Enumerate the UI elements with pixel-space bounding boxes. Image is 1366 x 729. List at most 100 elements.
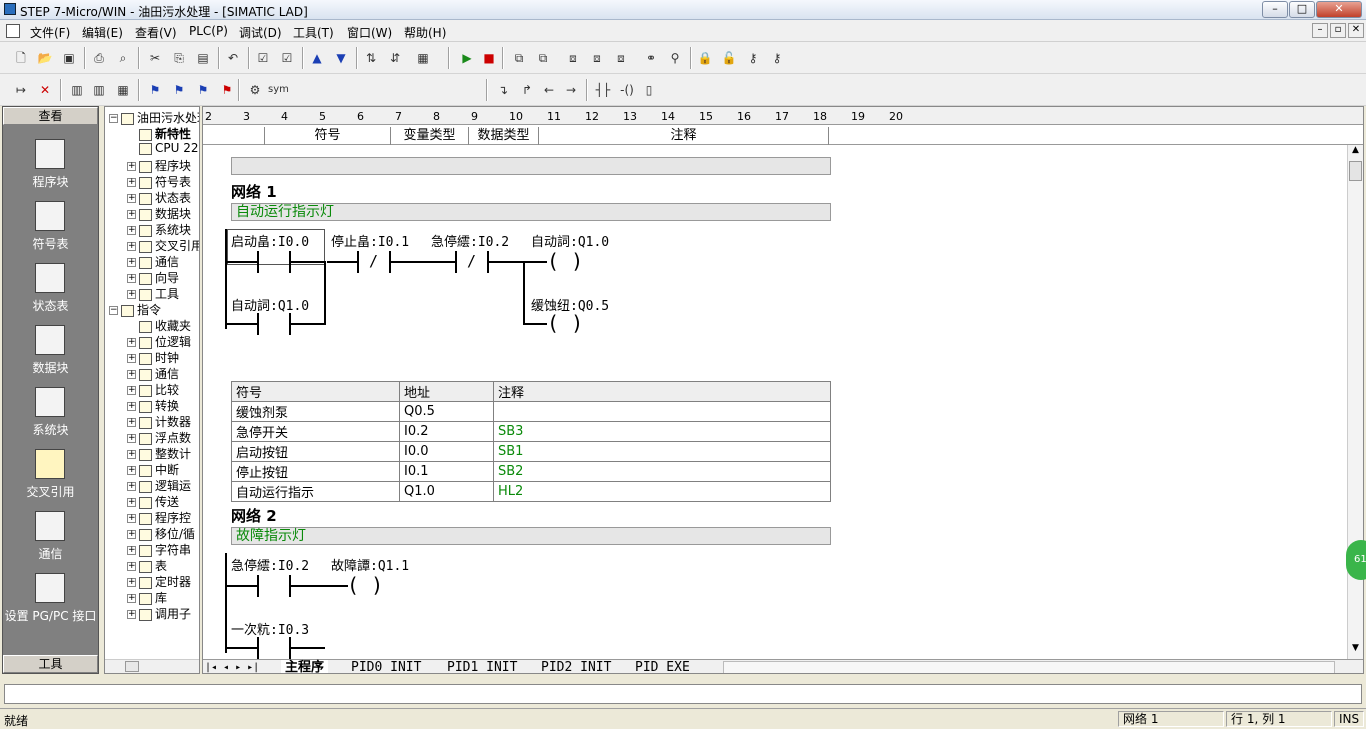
n1-contact-start-label[interactable]: 启动畠:I0.0: [231, 231, 309, 250]
expand-icon[interactable]: +: [127, 386, 136, 395]
menu-debug[interactable]: 调试(D): [239, 24, 282, 41]
expand-icon[interactable]: +: [127, 578, 136, 587]
mdi-minimize-button[interactable]: –: [1312, 23, 1328, 38]
expand-icon[interactable]: +: [127, 370, 136, 379]
contact-icon[interactable]: ┤├: [594, 81, 612, 99]
tree-item[interactable]: − 油田污水处理: [109, 109, 199, 125]
expand-icon[interactable]: +: [127, 562, 136, 571]
menu-view[interactable]: 查看(V): [135, 24, 177, 41]
read-forced-icon[interactable]: ⚷: [744, 49, 762, 67]
line-right-icon[interactable]: →: [562, 81, 580, 99]
expand-icon[interactable]: +: [127, 338, 136, 347]
menu-help[interactable]: 帮助(H): [404, 24, 446, 41]
collapse-icon[interactable]: −: [109, 114, 118, 123]
menu-file[interactable]: 文件(F): [30, 24, 70, 41]
toggle-poi-icon[interactable]: ▥: [68, 81, 86, 99]
line-up-icon[interactable]: ↱: [518, 81, 536, 99]
nav-header[interactable]: 查看: [3, 107, 98, 125]
nav-program-block[interactable]: 程序块: [3, 137, 98, 197]
expand-icon[interactable]: +: [127, 274, 136, 283]
expand-icon[interactable]: +: [127, 354, 136, 363]
write-all-icon[interactable]: ⧈: [612, 49, 630, 67]
sort-desc-icon[interactable]: ⇵: [386, 49, 404, 67]
n2-contact-estop-label[interactable]: 急停繧:I0.2: [231, 555, 309, 574]
single-read-icon[interactable]: ⧈: [588, 49, 606, 67]
menu-window[interactable]: 窗口(W): [347, 24, 392, 41]
copy-icon[interactable]: ⎘: [170, 49, 188, 67]
tree-item[interactable]: + 状态表: [127, 189, 191, 205]
program-status-icon[interactable]: ⧉: [510, 49, 528, 67]
expand-icon[interactable]: +: [127, 530, 136, 539]
save-all-icon[interactable]: ▣: [60, 49, 78, 67]
menu-tools[interactable]: 工具(T): [293, 24, 334, 41]
menu-plc[interactable]: PLC(P): [189, 24, 228, 38]
tree-item[interactable]: + 传送: [127, 493, 179, 509]
expand-icon[interactable]: +: [127, 434, 136, 443]
compile-all-icon[interactable]: ☑: [278, 49, 296, 67]
tree-item[interactable]: + 符号表: [127, 173, 191, 189]
open-icon[interactable]: 📂: [36, 49, 54, 67]
n2-contact-once-label[interactable]: 一次粇:I0.3: [231, 619, 309, 638]
tree-item[interactable]: + 浮点数: [127, 429, 191, 445]
unforce-all-icon[interactable]: ⚷: [768, 49, 786, 67]
tree-hscroll-thumb[interactable]: [125, 661, 139, 672]
tree-hscroll[interactable]: [105, 659, 199, 673]
n1-contact-auto-label[interactable]: 自动詞:Q1.0: [231, 295, 309, 314]
notification-badge[interactable]: 61: [1346, 540, 1366, 580]
col-symbol[interactable]: 符号: [265, 127, 391, 145]
program-comment[interactable]: [231, 157, 831, 175]
nav-status-table[interactable]: 状态表: [3, 261, 98, 321]
tree-item[interactable]: + 移位/循: [127, 525, 195, 541]
tree-item[interactable]: 收藏夹: [127, 317, 191, 333]
tree-item[interactable]: + 数据块: [127, 205, 191, 221]
minimize-button[interactable]: –: [1262, 1, 1288, 18]
expand-icon[interactable]: +: [127, 498, 136, 507]
expand-icon[interactable]: +: [127, 546, 136, 555]
expand-icon[interactable]: +: [127, 466, 136, 475]
tab-main[interactable]: 主程序: [281, 660, 329, 673]
undo-icon[interactable]: ↶: [224, 49, 242, 67]
network-1-comment-bar[interactable]: 自动运行指示灯: [231, 203, 831, 221]
editor-hscroll[interactable]: [723, 661, 1335, 673]
expand-icon[interactable]: +: [127, 402, 136, 411]
cut-icon[interactable]: ✂: [146, 49, 164, 67]
scroll-down-icon[interactable]: ▼: [1349, 643, 1362, 657]
tree-item[interactable]: + 整数计: [127, 445, 191, 461]
expand-icon[interactable]: +: [127, 178, 136, 187]
tree-item[interactable]: + 程序控: [127, 509, 191, 525]
expand-icon[interactable]: +: [127, 290, 136, 299]
collapse-icon[interactable]: −: [109, 306, 118, 315]
expand-icon[interactable]: +: [127, 514, 136, 523]
mdi-close-button[interactable]: ✕: [1348, 23, 1364, 38]
tree-item[interactable]: + 计数器: [127, 413, 191, 429]
nav-symbol-table[interactable]: 符号表: [3, 199, 98, 259]
line-left-icon[interactable]: ←: [540, 81, 558, 99]
sort-asc-icon[interactable]: ⇅: [362, 49, 380, 67]
expand-icon[interactable]: +: [127, 194, 136, 203]
tree-item[interactable]: + 程序块: [127, 157, 191, 173]
next-bookmark-icon[interactable]: ⚑: [170, 81, 188, 99]
tree-item[interactable]: + 工具: [127, 285, 179, 301]
prev-bookmark-icon[interactable]: ⚑: [194, 81, 212, 99]
nav-data-block[interactable]: 数据块: [3, 323, 98, 383]
expand-icon[interactable]: +: [127, 226, 136, 235]
expand-icon[interactable]: +: [127, 258, 136, 267]
insert-network-icon[interactable]: ↦: [12, 81, 30, 99]
tab-pid-exe[interactable]: PID_EXE: [635, 660, 690, 673]
menu-edit[interactable]: 编辑(E): [82, 24, 123, 41]
tree-item[interactable]: + 字符串: [127, 541, 191, 557]
tree-item[interactable]: + 表: [127, 557, 167, 573]
box-icon[interactable]: ▯: [640, 81, 658, 99]
symbol-info-icon[interactable]: sym: [268, 81, 289, 99]
tree-item[interactable]: + 比较: [127, 381, 179, 397]
expand-icon[interactable]: +: [127, 210, 136, 219]
tree-item[interactable]: 新特性: [127, 125, 191, 141]
tree-item[interactable]: + 库: [127, 589, 167, 605]
network-2-title[interactable]: 网络 2: [231, 505, 277, 526]
expand-icon[interactable]: +: [127, 242, 136, 251]
apply-symbols-icon[interactable]: ⚙: [246, 81, 264, 99]
coil-icon[interactable]: -(): [618, 81, 636, 99]
tree-item[interactable]: + 调用子: [127, 605, 191, 621]
tab-pid1-init[interactable]: PID1_INIT: [447, 660, 517, 673]
tree-item[interactable]: + 交叉引用: [127, 237, 199, 253]
